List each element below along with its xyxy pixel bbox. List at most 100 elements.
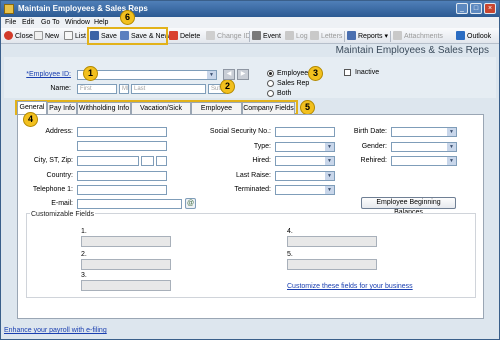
menu-bar: File Edit Go To Window Help: [1, 17, 499, 28]
employee-beginning-balances-button[interactable]: Employee Beginning Balances: [361, 197, 456, 216]
change-id-icon: [206, 31, 215, 40]
rehired-date-field[interactable]: ▼: [391, 156, 457, 166]
chevron-down-icon: ▼: [447, 128, 456, 136]
chevron-down-icon: ▼: [325, 186, 334, 194]
tab-pay-info[interactable]: Pay Info: [47, 102, 77, 114]
ssn-field[interactable]: [275, 127, 335, 137]
next-record-button[interactable]: ▶: [237, 69, 249, 80]
app-icon: [4, 4, 14, 14]
terminated-label: Terminated:: [234, 186, 271, 193]
radio-both-label: Both: [277, 90, 292, 97]
hired-date-field[interactable]: ▼: [275, 156, 335, 166]
telephone-field[interactable]: [77, 185, 167, 195]
chevron-down-icon: ▼: [207, 71, 216, 79]
birth-date-field[interactable]: ▼: [391, 127, 457, 137]
gender-dropdown[interactable]: ▼: [391, 142, 457, 152]
change-id-button[interactable]: Change ID: [206, 31, 250, 42]
callout-highlight-save-group: [87, 27, 168, 45]
email-send-button[interactable]: @: [185, 198, 196, 209]
custom-field-4[interactable]: [287, 236, 377, 247]
toolbar: Close New List Save Save & New Delete Ch…: [1, 28, 499, 44]
tab-withholding-info[interactable]: Withholding Info: [77, 102, 131, 114]
telephone-label: Telephone 1:: [32, 186, 73, 193]
type-label: Type:: [253, 143, 271, 150]
outlook-button[interactable]: Outlook: [456, 31, 491, 42]
letters-button[interactable]: Letters: [310, 31, 342, 42]
event-button[interactable]: Event: [252, 31, 281, 42]
delete-button[interactable]: Delete: [169, 31, 200, 42]
menu-edit[interactable]: Edit: [22, 18, 34, 27]
callout-2: 2: [220, 79, 235, 94]
menu-window[interactable]: Window: [65, 18, 90, 27]
toolbar-separator: [249, 31, 250, 42]
event-icon: [252, 31, 261, 40]
minimize-button[interactable]: _: [456, 3, 468, 14]
attachments-button[interactable]: Attachments: [393, 31, 443, 42]
log-button[interactable]: Log: [285, 31, 308, 42]
form-title: Maintain Employees & Sales Reps: [335, 45, 489, 56]
close-window-button[interactable]: ×: [484, 3, 496, 14]
log-icon: [285, 31, 294, 40]
city-field[interactable]: [77, 156, 139, 166]
callout-5: 5: [300, 100, 315, 115]
custom-field-5[interactable]: [287, 259, 377, 270]
inactive-checkbox[interactable]: [344, 69, 351, 76]
email-field[interactable]: [77, 199, 182, 209]
chevron-down-icon: ▼: [447, 157, 456, 165]
title-bar: Maintain Employees & Sales Reps _ □ ×: [1, 1, 499, 17]
rehired-label: Rehired:: [360, 157, 387, 164]
custom-field-2-label: 2.: [81, 251, 87, 258]
country-field[interactable]: [77, 171, 167, 181]
radio-employee[interactable]: [267, 70, 274, 77]
city-st-zip-label: City, ST, Zip:: [33, 157, 73, 164]
efiling-link[interactable]: Enhance your payroll with e-filing: [4, 326, 107, 335]
chevron-down-icon: ▼: [447, 143, 456, 151]
address-label: Address:: [45, 128, 73, 135]
menu-help[interactable]: Help: [94, 18, 108, 27]
reports-button[interactable]: Reports ▾: [347, 31, 388, 42]
first-name-field[interactable]: First: [77, 84, 117, 94]
reports-icon: [347, 31, 356, 40]
custom-field-2[interactable]: [81, 259, 171, 270]
customize-fields-link[interactable]: Customize these fields for your business: [287, 282, 413, 291]
maintain-employees-window: Maintain Employees & Sales Reps _ □ × Fi…: [0, 0, 500, 340]
radio-sales-rep[interactable]: [267, 80, 274, 87]
custom-field-1[interactable]: [81, 236, 171, 247]
toolbar-separator: [390, 31, 391, 42]
menu-file[interactable]: File: [5, 18, 16, 27]
tab-vacation-sick-time[interactable]: Vacation/Sick Time: [131, 102, 191, 123]
custom-field-3[interactable]: [81, 280, 171, 291]
last-raise-label: Last Raise:: [235, 172, 271, 179]
tab-company-fields[interactable]: Company Fields: [242, 102, 295, 114]
list-button[interactable]: List: [64, 31, 86, 42]
address-line-1-field[interactable]: [77, 127, 167, 137]
address-line-2-field[interactable]: [77, 141, 167, 151]
new-button[interactable]: New: [34, 31, 59, 42]
menu-go-to[interactable]: Go To: [41, 18, 60, 27]
country-label: Country:: [46, 172, 73, 179]
close-button[interactable]: Close: [4, 31, 33, 42]
callout-6: 6: [120, 10, 135, 25]
last-name-field[interactable]: Last: [131, 84, 206, 94]
maximize-button[interactable]: □: [470, 3, 482, 14]
paperclip-icon: [393, 31, 402, 40]
terminated-date-field[interactable]: ▼: [275, 185, 335, 195]
radio-sales-rep-label: Sales Rep: [277, 80, 310, 87]
chevron-down-icon: ▾: [384, 33, 388, 40]
employee-id-dropdown[interactable]: ▼: [77, 70, 217, 80]
state-field[interactable]: [141, 156, 154, 166]
ssn-label: Social Security No.:: [209, 128, 271, 135]
radio-employee-label: Employee: [277, 70, 309, 77]
last-raise-date-field[interactable]: ▼: [275, 171, 335, 181]
type-dropdown[interactable]: ▼: [275, 142, 335, 152]
name-label: Name:: [50, 85, 71, 92]
radio-both[interactable]: [267, 90, 274, 97]
zip-field[interactable]: [156, 156, 167, 166]
callout-3: 3: [308, 66, 323, 81]
middle-initial-field[interactable]: MI: [119, 84, 129, 94]
toolbar-separator: [344, 31, 345, 42]
employee-id-label: *Employee ID:: [26, 71, 71, 78]
previous-record-button[interactable]: ◀: [223, 69, 235, 80]
tab-employee-fields[interactable]: Employee Fields: [191, 102, 242, 123]
chevron-down-icon: ▼: [325, 157, 334, 165]
